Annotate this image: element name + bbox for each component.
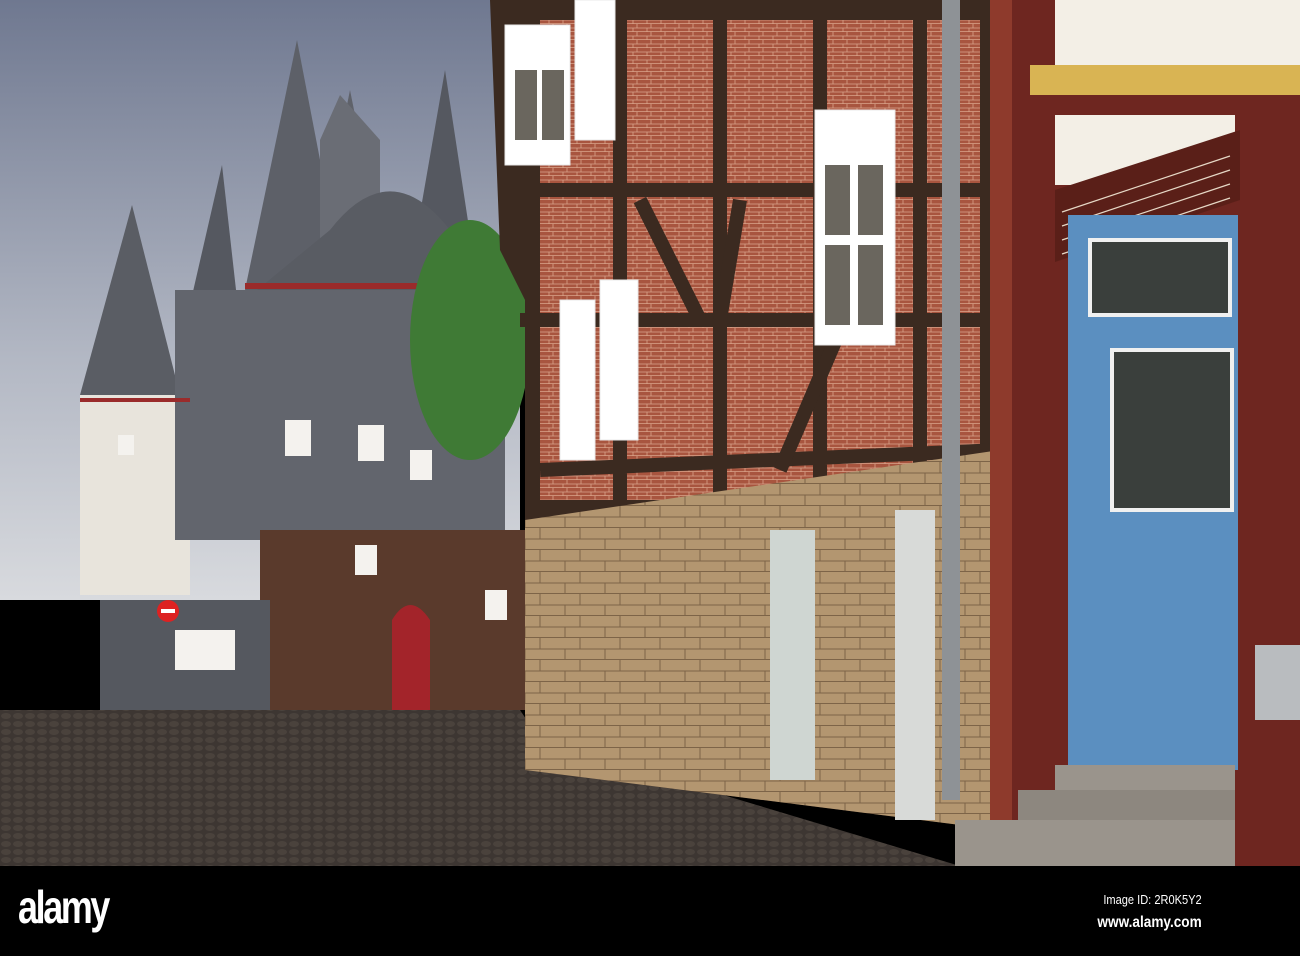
watermark-url: www.alamy.com (1097, 914, 1202, 931)
street-scene-photo (0, 0, 1300, 866)
drainpipe-red (990, 0, 1012, 840)
mailbox (1255, 645, 1300, 720)
drainpipe (942, 0, 960, 800)
red-house (955, 0, 1300, 866)
image-id: Image ID: 2R0K5Y2 (1103, 892, 1202, 907)
half-timbered-house (490, 0, 1001, 830)
watermark-bar: alamy Image ID: 2R0K5Y2 www.alamy.com (0, 866, 1300, 956)
stock-photo: alamy Image ID: 2R0K5Y2 www.alamy.com (0, 0, 1300, 956)
alamy-logo: alamy (18, 881, 110, 933)
